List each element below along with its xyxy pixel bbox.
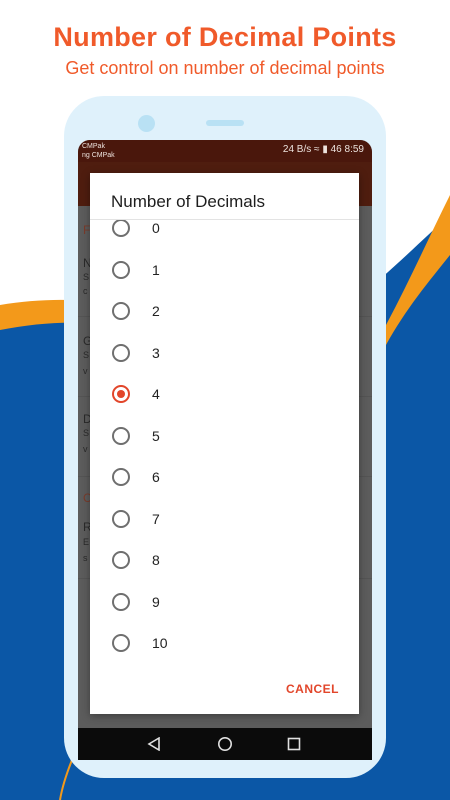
carrier-bottom: ng CMPak [82, 152, 115, 159]
underlay-item-subtitle: S [83, 428, 90, 438]
status-right: 24 B/s ≈ ▮ 46 8:59 [283, 144, 364, 155]
decimal-option-label: 7 [152, 510, 160, 527]
underlay-item-value: s [83, 553, 88, 563]
decimal-option-label: 9 [152, 593, 160, 610]
radio-unselected[interactable] [112, 509, 130, 528]
carrier-top: CMPak [82, 143, 105, 150]
radio-selected[interactable] [112, 385, 130, 403]
battery-level: 46 [330, 144, 342, 155]
home-icon[interactable] [215, 734, 235, 754]
decimal-option[interactable]: 1 [90, 250, 359, 290]
promo-screen: Number of Decimal Points Get control on … [0, 0, 450, 800]
android-navbar [78, 728, 372, 760]
recents-icon[interactable] [284, 734, 304, 754]
radio-unselected[interactable] [112, 426, 130, 445]
network-speed: 24 B/s [282, 144, 312, 155]
dialog-title: Number of Decimals [111, 192, 265, 211]
radio-unselected[interactable] [112, 634, 130, 652]
radio-unselected[interactable] [112, 468, 130, 486]
underlay-item-value: v [83, 444, 88, 454]
time: 8:59 [344, 144, 364, 155]
promo-title: Number of Decimal Points [53, 22, 397, 52]
decimal-option-label: 8 [152, 552, 160, 568]
radio-unselected[interactable] [112, 551, 130, 569]
underlay-item-value: v [83, 366, 88, 376]
underlay-item-subtitle: E [83, 537, 90, 547]
decimal-option[interactable]: 5 [90, 416, 359, 456]
underlay-item-subtitle: S [83, 350, 90, 360]
decimal-option[interactable]: 10 [90, 623, 359, 660]
decimal-option-label: 2 [152, 303, 160, 319]
underlay-item-value: c [83, 286, 88, 296]
signal-icon: ▮ [322, 144, 328, 155]
cancel-button[interactable]: CANCEL [286, 682, 339, 696]
radio-unselected[interactable] [112, 220, 130, 237]
decimal-option-label: 10 [152, 635, 168, 651]
decimal-option[interactable]: 8 [90, 540, 359, 580]
decimal-option-label: 0 [152, 220, 160, 236]
decimal-option[interactable]: 7 [90, 499, 359, 539]
decimal-option[interactable]: 9 [90, 582, 359, 622]
decimal-option[interactable]: 6 [90, 457, 359, 497]
radio-unselected[interactable] [112, 343, 130, 362]
decimal-option-label: 5 [152, 427, 160, 444]
decimal-option-label: 1 [152, 261, 160, 278]
back-icon[interactable] [144, 734, 164, 754]
phone-speaker [206, 120, 244, 126]
decimal-option[interactable]: 3 [90, 333, 359, 373]
underlay-item-subtitle: S [83, 272, 90, 282]
decimals-dialog: Number of Decimals 0 1 2 3 4 5 6 7 8 9 10 CANCEL [90, 173, 359, 714]
carrier-info: CMPak ng CMPak [82, 142, 115, 160]
decimal-option-label: 4 [152, 386, 160, 402]
radio-unselected[interactable] [112, 302, 130, 320]
decimal-option-label: 6 [152, 469, 160, 485]
phone-camera [138, 115, 155, 132]
wifi-icon: ≈ [314, 144, 320, 155]
promo-subtitle: Get control on number of decimal points [65, 58, 385, 78]
radio-unselected[interactable] [112, 260, 130, 279]
status-bar: CMPak ng CMPak 24 B/s ≈ ▮ 46 8:59 [78, 140, 372, 162]
decimal-options-list[interactable]: 0 1 2 3 4 5 6 7 8 9 10 [90, 220, 359, 660]
decimal-option[interactable]: 4 [90, 374, 359, 414]
decimal-option-label: 3 [152, 344, 160, 361]
decimal-option[interactable]: 2 [90, 291, 359, 331]
decimal-option[interactable]: 0 [90, 220, 359, 248]
radio-unselected[interactable] [112, 592, 130, 611]
